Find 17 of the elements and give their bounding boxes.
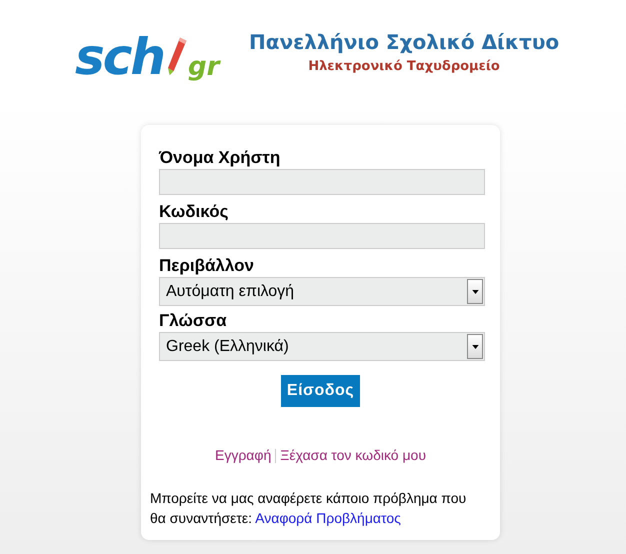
field-label: Περιβάλλον — [159, 255, 255, 277]
username-field[interactable] — [159, 169, 485, 195]
login-button[interactable]: Είσοδος — [280, 375, 360, 407]
report-link[interactable]: Αναφορά Προβλήματος — [255, 510, 401, 526]
logo-text: sch — [75, 32, 164, 82]
password-field[interactable] — [159, 223, 485, 249]
dropdown[interactable]: Αυτόματη επιλογή — [159, 277, 485, 306]
field-label: Γλώσσα — [159, 310, 228, 332]
link[interactable]: Εγγραφή — [215, 445, 272, 466]
dropdown[interactable]: Greek (Ελληνικά) — [159, 332, 485, 361]
field-label: Κωδικός — [159, 201, 230, 223]
report-text: Μπορείτε να μας αναφέρετε κάποιο πρόβλημα που θα συναντήσετε: Αναφορά Προβλήματος — [150, 489, 468, 528]
site-subtitle: Ηλεκτρονικό Ταχυδρομείο — [308, 58, 500, 76]
link[interactable]: Ξέχασα τον κωδικό μου — [280, 445, 426, 466]
logo-suffix: gr — [188, 54, 220, 80]
site-title: Πανελλήνιο Σχολικό Δίκτυο — [249, 29, 560, 56]
field-label: Όνομα Χρήστη — [159, 147, 282, 169]
